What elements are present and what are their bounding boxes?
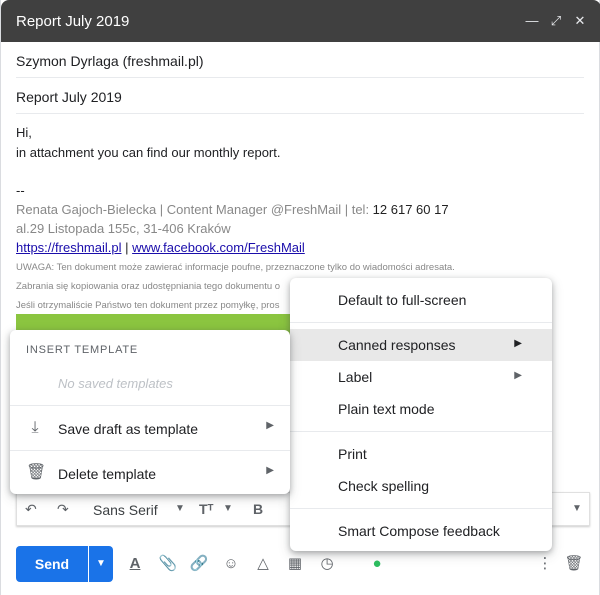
submenu-arrow-icon: ▶ bbox=[514, 370, 522, 381]
submenu-arrow-icon: ▶ bbox=[266, 465, 274, 476]
notice-line: UWAGA: Ten dokument może zawierać inform… bbox=[16, 262, 455, 273]
submenu-arrow-icon: ▶ bbox=[514, 338, 522, 349]
chevron-down-icon[interactable]: ▼ bbox=[223, 503, 233, 514]
menu-item-canned-responses[interactable]: Canned responses ▶ bbox=[290, 329, 552, 361]
menu-divider bbox=[290, 431, 552, 432]
subject-text: Report July 2019 bbox=[16, 89, 122, 105]
confidential-mode-icon[interactable]: ◷ bbox=[317, 554, 337, 574]
delete-template-item[interactable]: 🗑 Delete template ▶ bbox=[10, 456, 290, 492]
more-formatting-chevron-icon[interactable]: ▼ bbox=[572, 503, 582, 514]
download-icon: ⤓ bbox=[31, 419, 39, 436]
send-options-button[interactable]: ▼ bbox=[89, 546, 113, 582]
menu-heading: INSERT TEMPLATE bbox=[26, 344, 139, 356]
expand-icon[interactable]: ⤢ bbox=[549, 14, 563, 28]
menu-item-label[interactable]: Label ▶ bbox=[290, 361, 552, 393]
compose-window: Report July 2019 — ⤢ ✕ Szymon Dyrlaga (f… bbox=[0, 0, 600, 595]
insert-template-menu: INSERT TEMPLATE No saved templates ⤓ Sav… bbox=[10, 330, 290, 494]
more-options-menu: Default to full-screen Canned responses … bbox=[290, 278, 552, 551]
facebook-link[interactable]: www.facebook.com/FreshMail bbox=[132, 240, 305, 255]
notice-line: Jeśli otrzymaliście Państwo ten dokument… bbox=[16, 300, 280, 311]
drive-icon[interactable]: △ bbox=[253, 554, 273, 574]
more-options-icon[interactable]: ⋮ bbox=[535, 554, 555, 574]
signature-links: https://freshmail.pl | www.facebook.com/… bbox=[16, 240, 305, 255]
website-link[interactable]: https://freshmail.pl bbox=[16, 240, 122, 255]
save-draft-as-template-item[interactable]: ⤓ Save draft as template ▶ bbox=[10, 411, 290, 447]
menu-divider bbox=[10, 450, 290, 451]
insert-link-icon[interactable]: 🔗 bbox=[189, 554, 209, 574]
recipient-chip[interactable]: Szymon Dyrlaga (freshmail.pl) bbox=[16, 53, 204, 69]
signature-name: Renata Gajoch-Bielecka | Content Manager… bbox=[16, 202, 373, 217]
minimize-icon[interactable]: — bbox=[525, 14, 539, 28]
menu-divider bbox=[290, 508, 552, 509]
attach-file-icon[interactable]: 📎 bbox=[158, 554, 178, 574]
menu-item-print[interactable]: Print bbox=[290, 438, 552, 470]
window-controls: — ⤢ ✕ bbox=[525, 14, 587, 28]
menu-item-plain-text-mode[interactable]: Plain text mode bbox=[290, 393, 552, 425]
undo-icon[interactable]: ↶ bbox=[25, 501, 37, 518]
signature-separator: -- bbox=[16, 183, 25, 198]
emoji-icon[interactable]: ☺ bbox=[221, 554, 241, 574]
redo-icon[interactable]: ↷ bbox=[57, 501, 69, 518]
link-separator: | bbox=[121, 240, 133, 255]
recipients-field[interactable]: Szymon Dyrlaga (freshmail.pl) bbox=[16, 42, 584, 78]
text-size-icon[interactable]: Tᵀ bbox=[199, 501, 214, 517]
signature-phone: 12 617 60 17 bbox=[372, 202, 449, 217]
evernote-icon[interactable]: ● bbox=[367, 554, 387, 574]
empty-templates-text: No saved templates bbox=[58, 376, 173, 391]
compose-title: Report July 2019 bbox=[16, 13, 130, 30]
signature-address: al.29 Listopada 155c, 31-406 Kraków bbox=[16, 221, 231, 236]
chevron-down-icon[interactable]: ▼ bbox=[175, 503, 185, 514]
discard-draft-icon[interactable]: 🗑 bbox=[564, 554, 584, 574]
submenu-arrow-icon: ▶ bbox=[266, 420, 274, 431]
chevron-down-icon: ▼ bbox=[96, 558, 106, 569]
bold-icon[interactable]: B bbox=[253, 501, 263, 517]
trash-icon: 🗑 bbox=[26, 464, 47, 481]
menu-item-smart-compose-feedback[interactable]: Smart Compose feedback bbox=[290, 515, 552, 547]
text-formatting-icon[interactable]: A bbox=[125, 554, 145, 574]
close-icon[interactable]: ✕ bbox=[573, 14, 587, 28]
subject-field[interactable]: Report July 2019 bbox=[16, 78, 584, 114]
menu-item-default-full-screen[interactable]: Default to full-screen bbox=[290, 284, 552, 316]
menu-divider bbox=[290, 322, 552, 323]
menu-item-check-spelling[interactable]: Check spelling bbox=[290, 470, 552, 502]
signature-name-line: Renata Gajoch-Bielecka | Content Manager… bbox=[16, 202, 449, 217]
font-family-select[interactable]: Sans Serif bbox=[93, 502, 158, 518]
send-button[interactable]: Send bbox=[16, 546, 88, 582]
body-line: in attachment you can find our monthly r… bbox=[16, 145, 281, 160]
compose-title-bar[interactable]: Report July 2019 — ⤢ ✕ bbox=[1, 0, 600, 42]
notice-line: Zabrania się kopiowania oraz udostępnian… bbox=[16, 281, 281, 292]
menu-divider bbox=[10, 405, 290, 406]
body-greeting: Hi, bbox=[16, 125, 32, 140]
insert-photo-icon[interactable]: ▦ bbox=[285, 554, 305, 574]
